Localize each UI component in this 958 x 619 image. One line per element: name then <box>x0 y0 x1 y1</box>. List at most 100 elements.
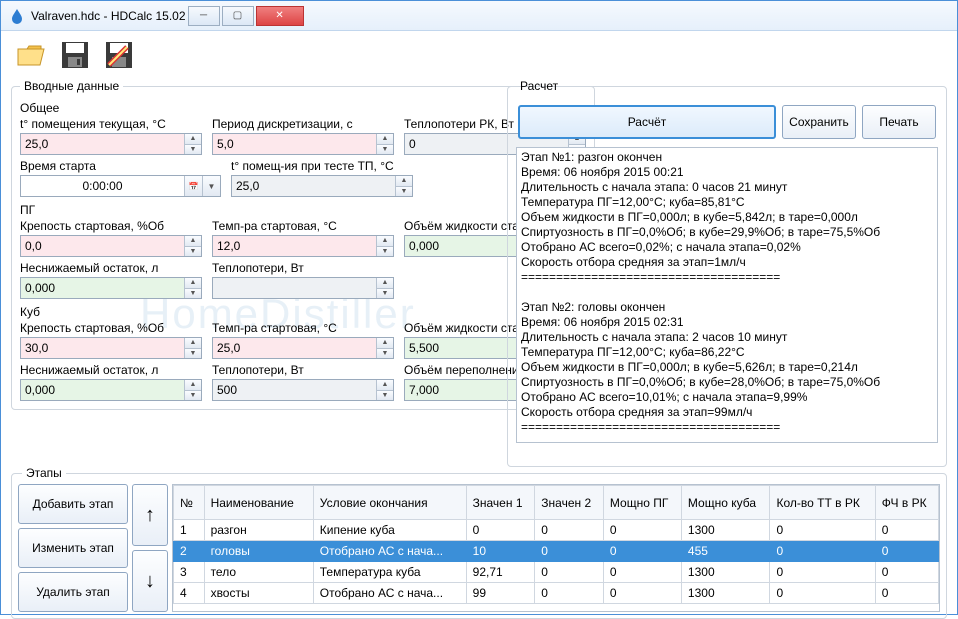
cell[interactable]: 0 <box>875 562 938 583</box>
cube-residue-input[interactable] <box>21 380 184 400</box>
calc-log[interactable]: Этап №1: разгон окончен Время: 06 ноября… <box>516 147 938 443</box>
t-room-test-input[interactable] <box>232 176 395 196</box>
spinner[interactable]: ▲▼ <box>376 236 393 256</box>
spinner[interactable]: ▲▼ <box>376 380 393 400</box>
pg-strength-input[interactable] <box>21 236 184 256</box>
t-room-test-field[interactable]: ▲▼ <box>231 175 413 197</box>
start-time-input[interactable] <box>21 176 184 196</box>
col-header[interactable]: Значен 2 <box>535 486 604 520</box>
pg-temp-input[interactable] <box>213 236 376 256</box>
cell[interactable]: 0 <box>603 520 681 541</box>
cell[interactable]: 4 <box>174 583 205 604</box>
table-row[interactable]: 2головыОтобрано АС с нача...100045500 <box>174 541 939 562</box>
cell[interactable]: 0 <box>875 583 938 604</box>
tool-button[interactable] <box>99 35 139 75</box>
delete-stage-button[interactable]: Удалить этап <box>18 572 128 612</box>
spinner[interactable]: ▲▼ <box>376 338 393 358</box>
pg-heatloss-input[interactable] <box>213 278 376 298</box>
col-header[interactable]: Мощно ПГ <box>603 486 681 520</box>
spinner[interactable]: ▲▼ <box>395 176 412 196</box>
move-down-button[interactable]: ↓ <box>132 550 168 612</box>
cell[interactable]: 0 <box>603 583 681 604</box>
save-result-button[interactable]: Сохранить <box>782 105 856 139</box>
col-header[interactable]: Наименование <box>204 486 313 520</box>
spinner[interactable]: ▲▼ <box>184 278 201 298</box>
table-row[interactable]: 1разгонКипение куба000130000 <box>174 520 939 541</box>
table-row[interactable]: 4хвостыОтобрано АС с нача...9900130000 <box>174 583 939 604</box>
cell[interactable]: Отобрано АС с нача... <box>313 541 466 562</box>
cube-strength-field[interactable]: ▲▼ <box>20 337 202 359</box>
cell[interactable]: 0 <box>770 541 875 562</box>
cell[interactable]: 0 <box>535 520 604 541</box>
cell[interactable]: Отобрано АС с нача... <box>313 583 466 604</box>
stages-grid[interactable]: №НаименованиеУсловие окончанияЗначен 1Зн… <box>172 484 940 612</box>
pg-temp-field[interactable]: ▲▼ <box>212 235 394 257</box>
pg-strength-field[interactable]: ▲▼ <box>20 235 202 257</box>
cell[interactable]: 1300 <box>681 583 770 604</box>
open-button[interactable] <box>11 35 51 75</box>
calc-button[interactable]: Расчёт <box>518 105 776 139</box>
add-stage-button[interactable]: Добавить этап <box>18 484 128 524</box>
cell[interactable]: 92,71 <box>466 562 535 583</box>
cell[interactable]: 0 <box>535 541 604 562</box>
cell[interactable]: головы <box>204 541 313 562</box>
cell[interactable]: 0 <box>603 541 681 562</box>
cell[interactable]: 455 <box>681 541 770 562</box>
cube-temp-field[interactable]: ▲▼ <box>212 337 394 359</box>
cell[interactable]: 0 <box>770 583 875 604</box>
cell[interactable]: 1300 <box>681 520 770 541</box>
spinner[interactable]: ▲▼ <box>184 338 201 358</box>
cell[interactable]: 0 <box>603 562 681 583</box>
cell[interactable]: 0 <box>466 520 535 541</box>
table-row[interactable]: 3телоТемпература куба92,7100130000 <box>174 562 939 583</box>
col-header[interactable]: Значен 1 <box>466 486 535 520</box>
cube-heatloss-input[interactable] <box>213 380 376 400</box>
pg-heatloss-field[interactable]: ▲▼ <box>212 277 394 299</box>
pg-residue-field[interactable]: ▲▼ <box>20 277 202 299</box>
calendar-icon[interactable]: 📅 <box>184 176 202 196</box>
cell[interactable]: хвосты <box>204 583 313 604</box>
pg-residue-input[interactable] <box>21 278 184 298</box>
print-button[interactable]: Печать <box>862 105 936 139</box>
save-button[interactable] <box>55 35 95 75</box>
col-header[interactable]: Мощно куба <box>681 486 770 520</box>
cell[interactable]: тело <box>204 562 313 583</box>
discret-field[interactable]: ▲▼ <box>212 133 394 155</box>
cell[interactable]: 2 <box>174 541 205 562</box>
cell[interactable]: 0 <box>875 520 938 541</box>
cube-heatloss-field[interactable]: ▲▼ <box>212 379 394 401</box>
maximize-button[interactable]: ▢ <box>222 6 254 26</box>
t-room-field[interactable]: ▲▼ <box>20 133 202 155</box>
col-header[interactable]: ФЧ в РК <box>875 486 938 520</box>
minimize-button[interactable]: ─ <box>188 6 220 26</box>
discret-input[interactable] <box>213 134 376 154</box>
cell[interactable]: 0 <box>770 520 875 541</box>
cell[interactable]: 0 <box>875 541 938 562</box>
cell[interactable]: 1 <box>174 520 205 541</box>
cell[interactable]: 0 <box>770 562 875 583</box>
edit-stage-button[interactable]: Изменить этап <box>18 528 128 568</box>
cube-temp-input[interactable] <box>213 338 376 358</box>
t-room-input[interactable] <box>21 134 184 154</box>
cell[interactable]: Температура куба <box>313 562 466 583</box>
move-up-button[interactable]: ↑ <box>132 484 168 546</box>
cell[interactable]: 99 <box>466 583 535 604</box>
start-time-field[interactable]: 📅▼ <box>20 175 221 197</box>
spinner[interactable]: ▲▼ <box>184 134 201 154</box>
cell[interactable]: 10 <box>466 541 535 562</box>
close-button[interactable]: ✕ <box>256 6 304 26</box>
spinner[interactable]: ▲▼ <box>184 236 201 256</box>
spinner[interactable]: ▲▼ <box>376 278 393 298</box>
cell[interactable]: 1300 <box>681 562 770 583</box>
cell[interactable]: Кипение куба <box>313 520 466 541</box>
col-header[interactable]: Условие окончания <box>313 486 466 520</box>
cell[interactable]: 0 <box>535 562 604 583</box>
cube-strength-input[interactable] <box>21 338 184 358</box>
col-header[interactable]: № <box>174 486 205 520</box>
cell[interactable]: 0 <box>535 583 604 604</box>
cube-residue-field[interactable]: ▲▼ <box>20 379 202 401</box>
cell[interactable]: разгон <box>204 520 313 541</box>
spinner[interactable]: ▲▼ <box>376 134 393 154</box>
col-header[interactable]: Кол-во ТТ в РК <box>770 486 875 520</box>
chevron-down-icon[interactable]: ▼ <box>202 176 220 196</box>
